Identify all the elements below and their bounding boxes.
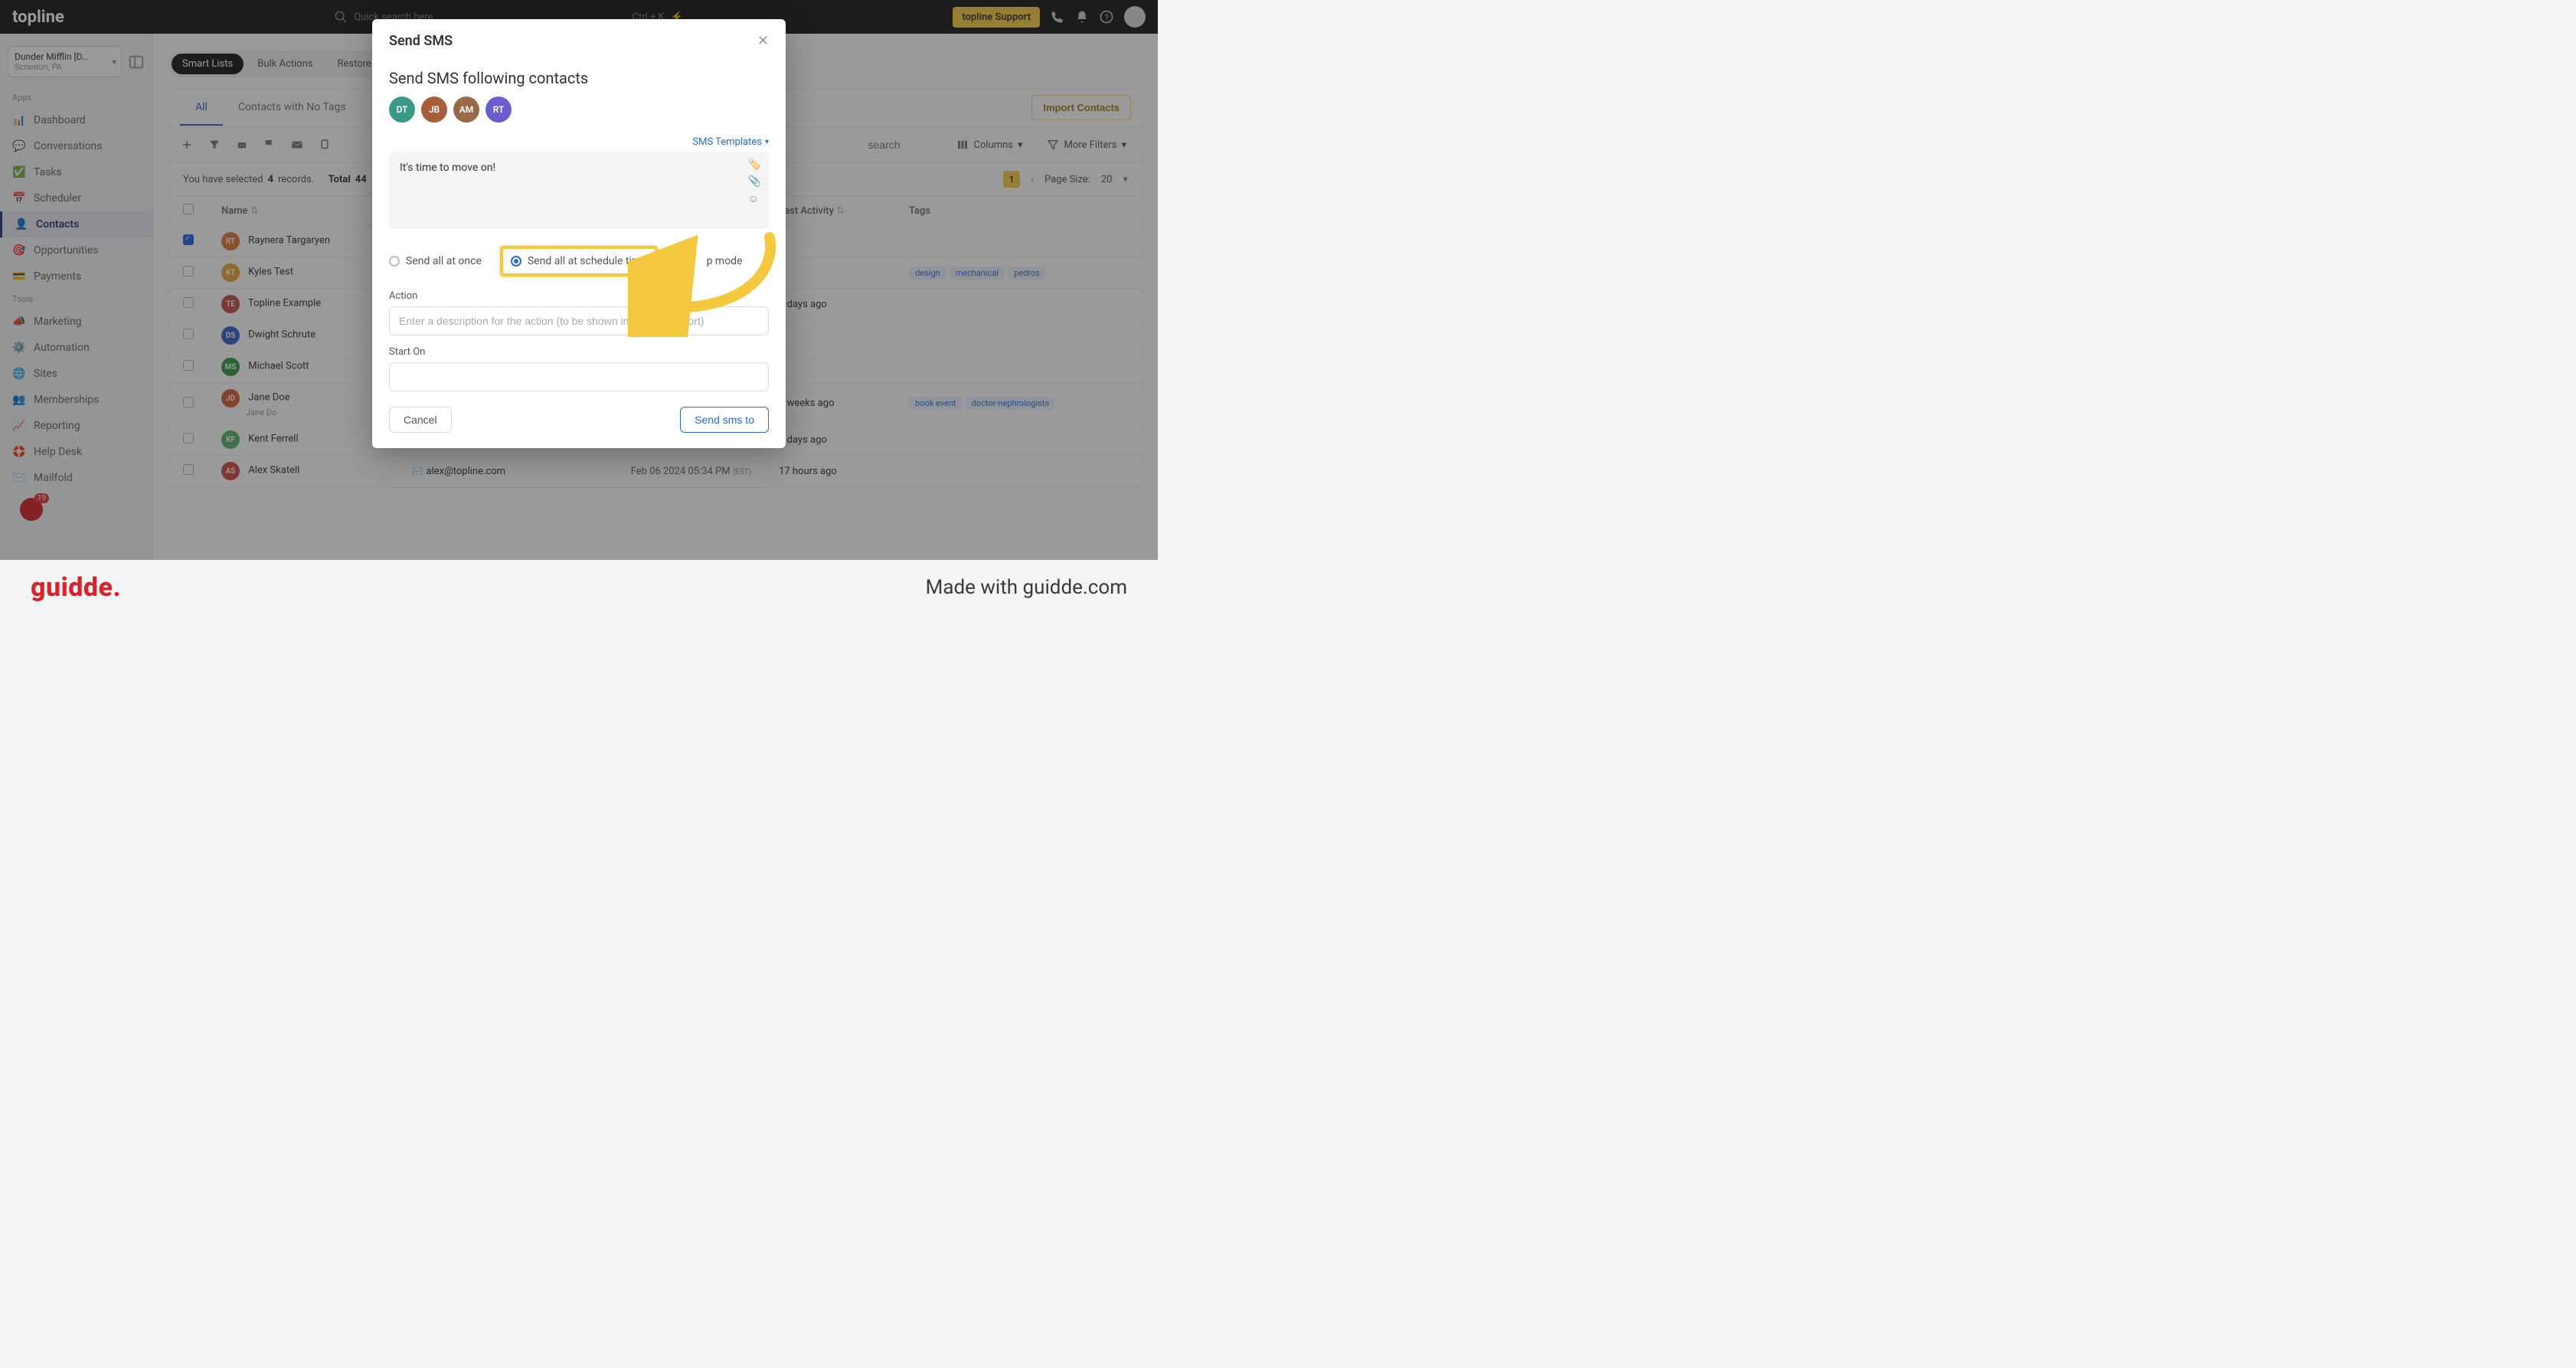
- recipient-avatar: RT: [485, 97, 512, 123]
- send-sms-button[interactable]: Send sms to: [680, 407, 769, 433]
- attach-icon[interactable]: 📎: [748, 175, 761, 188]
- action-label: Action: [389, 290, 769, 302]
- emoji-icon[interactable]: ☺: [748, 192, 761, 205]
- recipient-avatars: DTJBAMRT: [389, 97, 769, 123]
- chevron-down-icon: ▾: [765, 138, 769, 146]
- radio-send-all-once[interactable]: Send all at once: [389, 255, 482, 267]
- tag-icon[interactable]: 🏷️: [748, 159, 761, 171]
- radio-send-schedule[interactable]: Send all at schedule time: [511, 255, 647, 267]
- modal-title: Send SMS: [389, 33, 453, 49]
- start-on-label: Start On: [389, 346, 769, 358]
- guidde-made-with: Made with guidde.com: [926, 576, 1127, 599]
- recipient-avatar: DT: [389, 97, 415, 123]
- action-input[interactable]: [389, 306, 769, 335]
- radio-drip-mode[interactable]: p mode: [707, 255, 743, 267]
- guidde-watermark-bar: guidde. Made with guidde.com: [0, 560, 1158, 614]
- guidde-logo: guidde.: [31, 572, 121, 603]
- recipient-avatar: AM: [453, 97, 479, 123]
- annotation-highlight: Send all at schedule time: [500, 246, 658, 277]
- radio-icon: [389, 256, 400, 267]
- message-value: It's time to move on!: [400, 162, 495, 174]
- radio-icon: [511, 256, 521, 267]
- modal-subtitle: Send SMS following contacts: [389, 69, 769, 87]
- send-sms-modal: Send SMS ✕ Send SMS following contacts D…: [372, 19, 786, 448]
- start-on-input[interactable]: [389, 362, 769, 391]
- recipient-avatar: JB: [421, 97, 447, 123]
- sms-templates-link[interactable]: SMS Templates ▾: [389, 136, 769, 148]
- cancel-button[interactable]: Cancel: [389, 407, 452, 433]
- message-input[interactable]: It's time to move on! 🏷️ 📎 ☺: [389, 152, 769, 229]
- send-mode-radios: Send all at once Send all at schedule ti…: [389, 246, 769, 277]
- close-icon[interactable]: ✕: [757, 33, 769, 49]
